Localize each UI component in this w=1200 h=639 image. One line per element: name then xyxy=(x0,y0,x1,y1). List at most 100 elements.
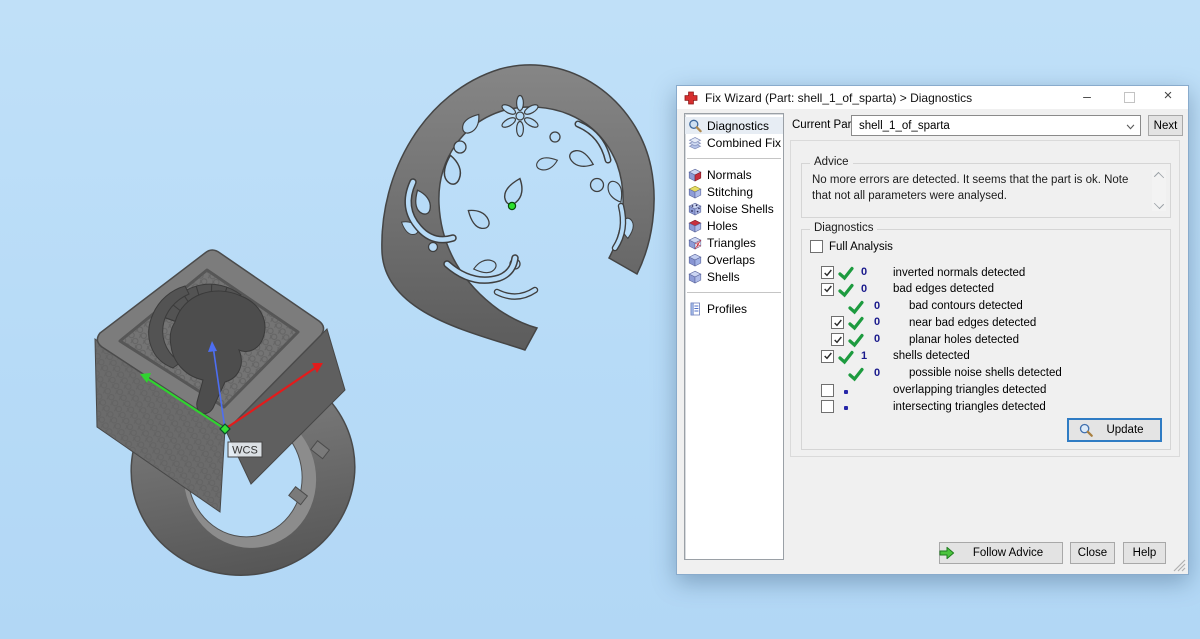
diag-checkbox[interactable] xyxy=(821,283,834,296)
diag-row: 0 inverted normals detected xyxy=(802,265,1170,282)
sidebar-item-diagnostics[interactable]: Diagnostics xyxy=(685,117,783,134)
sidebar-item-label: Diagnostics xyxy=(707,119,769,133)
current-part-label: Current Part: xyxy=(792,119,858,131)
diag-checkbox[interactable] xyxy=(831,333,844,346)
resize-grip[interactable] xyxy=(1173,559,1186,572)
diag-checkbox[interactable] xyxy=(821,400,834,413)
scroll-down-icon[interactable] xyxy=(1154,199,1164,209)
current-part-combobox[interactable]: shell_1_of_sparta xyxy=(851,115,1141,136)
magnifier-icon xyxy=(1079,423,1094,438)
diag-count: 0 xyxy=(874,367,880,379)
current-part-value: shell_1_of_sparta xyxy=(859,120,950,132)
combined-fix-icon xyxy=(688,136,702,150)
follow-advice-button[interactable]: Follow Advice xyxy=(939,542,1063,564)
sidebar-item-label: Stitching xyxy=(707,185,753,199)
sidebar-item-shells[interactable]: Shells xyxy=(685,268,783,285)
diag-checkbox[interactable] xyxy=(821,384,834,397)
diag-checkbox[interactable] xyxy=(831,316,844,329)
help-button[interactable]: Help xyxy=(1123,542,1166,564)
diag-row: intersecting triangles detected xyxy=(802,399,1170,416)
dialog-titlebar[interactable]: Fix Wizard (Part: shell_1_of_sparta) > D… xyxy=(677,86,1188,109)
diagnostics-rows: 0 inverted normals detected 0 bad edges det… xyxy=(802,265,1170,416)
diag-row: 0 possible noise shells detected xyxy=(802,366,1170,383)
diag-checkbox[interactable] xyxy=(821,266,834,279)
diag-label: inverted normals detected xyxy=(893,267,1025,279)
diag-row: 1 shells detected xyxy=(802,349,1170,366)
advice-scrollbar[interactable] xyxy=(1152,170,1166,211)
sidebar-divider xyxy=(687,292,781,293)
sidebar-item-label: Normals xyxy=(707,168,752,182)
green-check-icon xyxy=(838,349,854,365)
diag-label: intersecting triangles detected xyxy=(893,401,1046,413)
sidebar-divider xyxy=(687,158,781,159)
green-check-icon xyxy=(848,332,864,348)
update-button[interactable]: Update xyxy=(1067,418,1162,442)
diag-row: 0bad contours detected xyxy=(802,299,1170,316)
cube-overlaps-icon xyxy=(688,253,702,267)
diag-count: 1 xyxy=(861,350,867,362)
checkbox-check-icon xyxy=(823,284,833,294)
diag-label: bad contours detected xyxy=(909,300,1023,312)
next-button[interactable]: Next xyxy=(1148,115,1183,136)
close-window-button[interactable]: × xyxy=(1157,86,1179,108)
sidebar-item-stitching[interactable]: Stitching xyxy=(685,183,783,200)
sidebar-item-label: Profiles xyxy=(707,302,747,316)
sidebar-item-label: Holes xyxy=(707,219,738,233)
sidebar-item-overlaps[interactable]: Overlaps xyxy=(685,251,783,268)
cube-shells-icon xyxy=(688,270,702,284)
close-button[interactable]: Close xyxy=(1070,542,1115,564)
wizard-content: Current Part: shell_1_of_sparta Next Adv… xyxy=(789,109,1181,574)
chevron-down-icon xyxy=(1126,124,1135,130)
sidebar-item-combined-fix[interactable]: Combined Fix xyxy=(685,134,783,151)
sidebar-item-profiles[interactable]: Profiles xyxy=(685,300,783,317)
profiles-icon xyxy=(688,302,702,316)
dialog-body: Diagnostics Combined Fix Normals Stitching N… xyxy=(677,109,1188,574)
diagnostics-groupbox: Diagnostics Full Analysis 0inverted norm… xyxy=(801,229,1171,450)
checkbox-check-icon xyxy=(833,335,843,345)
checkbox-check-icon xyxy=(823,351,833,361)
green-check-icon xyxy=(838,265,854,281)
cube-holes-icon xyxy=(688,219,702,233)
diagnostics-legend: Diagnostics xyxy=(810,222,877,234)
green-check-icon xyxy=(848,299,864,315)
maximize-icon xyxy=(1124,92,1135,103)
green-arrow-icon xyxy=(939,546,955,560)
advice-legend: Advice xyxy=(810,156,853,168)
checkbox-check-icon xyxy=(833,318,843,328)
maximize-button[interactable] xyxy=(1118,86,1140,108)
sidebar-item-label: Combined Fix xyxy=(707,136,781,150)
diag-label: near bad edges detected xyxy=(909,317,1036,329)
diag-label: shells detected xyxy=(893,350,970,362)
cube-normals-icon xyxy=(688,168,702,182)
sidebar-item-triangles[interactable]: Triangles xyxy=(685,234,783,251)
diag-row: 0planar holes detected xyxy=(802,332,1170,349)
svg-text:WCS: WCS xyxy=(232,445,258,457)
green-check-icon xyxy=(848,315,864,331)
green-check-icon xyxy=(838,282,854,298)
diag-label: bad edges detected xyxy=(893,283,994,295)
diag-checkbox[interactable] xyxy=(821,350,834,363)
minimize-button[interactable]: – xyxy=(1076,86,1098,108)
diag-row: 0 near bad edges detected xyxy=(802,315,1170,332)
diag-label: planar holes detected xyxy=(909,334,1019,346)
sidebar-item-normals[interactable]: Normals xyxy=(685,166,783,183)
cuff-model[interactable] xyxy=(375,52,665,357)
advice-groupbox: Advice No more errors are detected. It s… xyxy=(801,163,1171,218)
cube-triangles-icon xyxy=(688,236,702,250)
sidebar-item-holes[interactable]: Holes xyxy=(685,217,783,234)
scroll-up-icon[interactable] xyxy=(1154,172,1164,182)
sidebar-item-label: Triangles xyxy=(707,236,756,250)
ring-model[interactable]: WCS xyxy=(55,222,385,582)
sidebar-item-label: Shells xyxy=(707,270,740,284)
pending-dot-icon xyxy=(844,406,848,410)
diag-label: possible noise shells detected xyxy=(909,367,1062,379)
cube-stitching-icon xyxy=(688,185,702,199)
sidebar-item-label: Noise Shells xyxy=(707,202,774,216)
diag-count: 0 xyxy=(874,316,880,328)
magnifier-icon xyxy=(688,119,702,133)
pending-dot-icon xyxy=(844,390,848,394)
wizard-sidebar: Diagnostics Combined Fix Normals Stitching N… xyxy=(684,113,784,560)
sidebar-item-noise-shells[interactable]: Noise Shells xyxy=(685,200,783,217)
full-analysis-checkbox[interactable] xyxy=(810,240,823,253)
diag-count: 0 xyxy=(861,266,867,278)
